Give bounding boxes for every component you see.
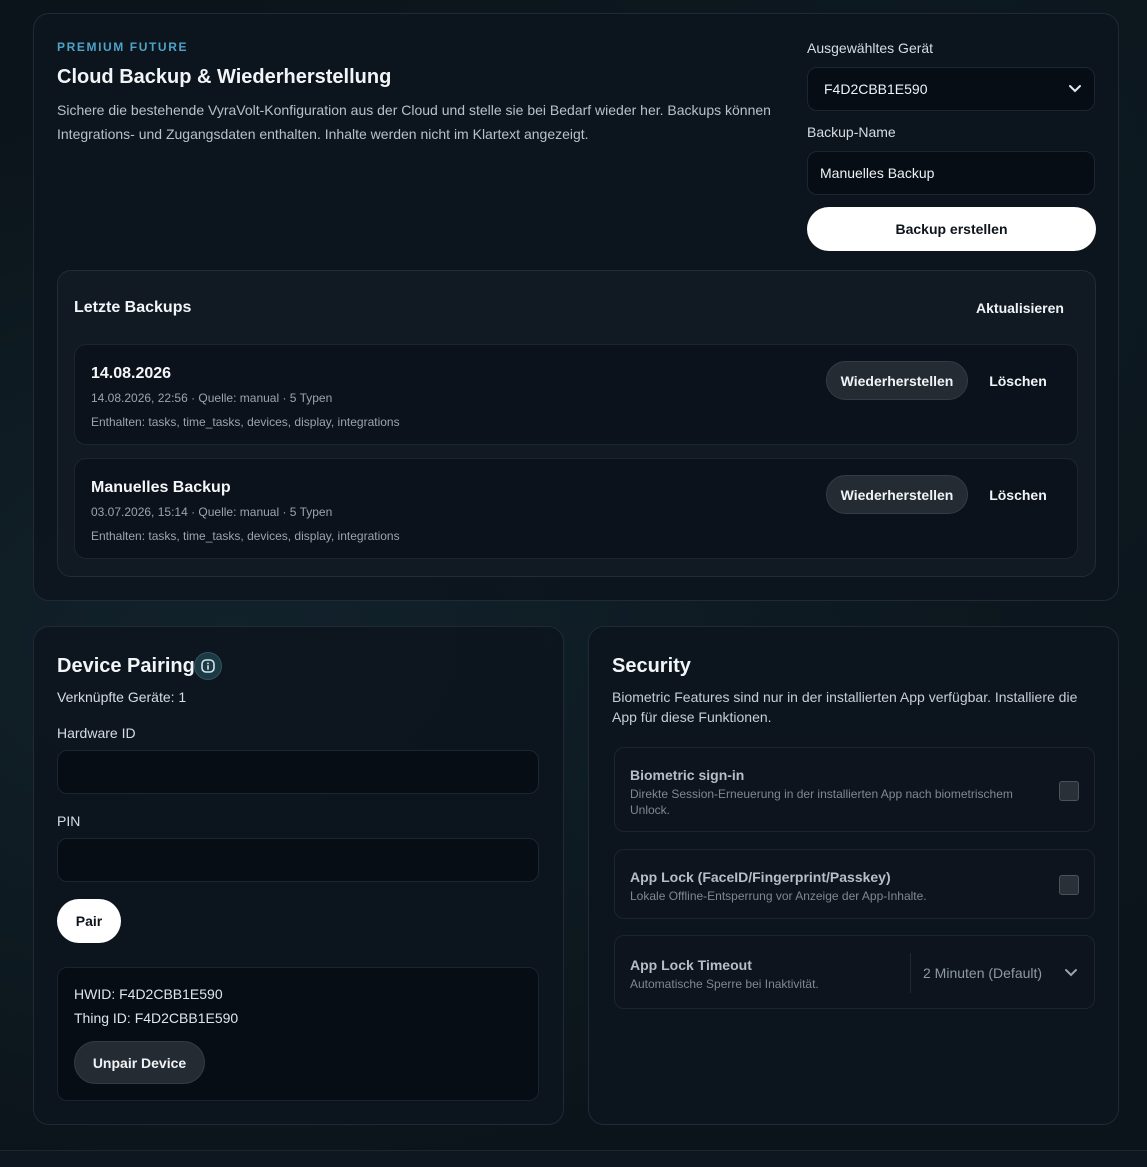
device-select-label: Ausgewähltes Gerät xyxy=(807,40,934,56)
hwid-line: HWID: F4D2CBB1E590 xyxy=(74,986,223,1002)
device-pairing-title: Device Pairing xyxy=(57,655,195,677)
app-lock-row: App Lock (FaceID/Fingerprint/Passkey) Lo… xyxy=(614,849,1095,919)
linked-devices-count: Verknüpfte Geräte: 1 xyxy=(57,689,187,705)
premium-eyebrow: PREMIUM FUTURE xyxy=(57,40,189,54)
device-select[interactable]: F4D2CBB1E590 xyxy=(807,67,1095,111)
unpair-device-button[interactable]: Unpair Device xyxy=(74,1041,205,1084)
biometric-signin-checkbox[interactable] xyxy=(1059,781,1079,801)
backup-name-input[interactable]: Manuelles Backup xyxy=(807,151,1095,195)
backup-item-meta: 03.07.2026, 15:14 · Quelle: manual · 5 T… xyxy=(91,505,333,519)
cloud-backup-title: Cloud Backup & Wiederherstellung xyxy=(57,66,392,88)
delete-button[interactable]: Löschen xyxy=(978,475,1058,514)
app-lock-checkbox[interactable] xyxy=(1059,875,1079,895)
backup-item: 14.08.2026 14.08.2026, 22:56 · Quelle: m… xyxy=(74,344,1078,445)
restore-button[interactable]: Wiederherstellen xyxy=(826,361,968,400)
create-backup-button[interactable]: Backup erstellen xyxy=(807,207,1096,251)
info-glyph-icon xyxy=(201,659,215,673)
thing-id-line: Thing ID: F4D2CBB1E590 xyxy=(74,1010,239,1026)
app-lock-timeout-title: App Lock Timeout xyxy=(630,957,752,973)
recent-backups-title: Letzte Backups xyxy=(74,299,192,316)
backup-name-value: Manuelles Backup xyxy=(820,165,935,181)
security-description: Biometric Features sind nur in der insta… xyxy=(612,689,1078,725)
delete-button[interactable]: Löschen xyxy=(978,361,1058,400)
device-pairing-card: Device Pairing Verknüpfte Geräte: 1 Hard… xyxy=(33,626,564,1125)
footer-strip xyxy=(0,1150,1147,1167)
app-lock-timeout-select[interactable]: 2 Minuten (Default) xyxy=(910,953,1086,993)
backup-item-meta: 14.08.2026, 22:56 · Quelle: manual · 5 T… xyxy=(91,391,333,405)
app-lock-subtitle: Lokale Offline-Entsperrung vor Anzeige d… xyxy=(630,889,927,903)
backup-item-contents: Enthalten: tasks, time_tasks, devices, d… xyxy=(91,529,400,543)
app-lock-timeout-subtitle: Automatische Sperre bei Inaktivität. xyxy=(630,977,819,991)
cloud-backup-card: PREMIUM FUTURE Cloud Backup & Wiederhers… xyxy=(33,13,1119,601)
app-lock-timeout-value: 2 Minuten (Default) xyxy=(923,965,1043,981)
app-lock-timeout-row: App Lock Timeout Automatische Sperre bei… xyxy=(614,935,1095,1009)
backup-item: Manuelles Backup 03.07.2026, 15:14 · Que… xyxy=(74,458,1078,559)
pin-label: PIN xyxy=(57,813,81,829)
security-card: Security Biometric Features sind nur in … xyxy=(588,626,1119,1125)
paired-device-box: HWID: F4D2CBB1E590 Thing ID: F4D2CBB1E59… xyxy=(57,967,539,1101)
biometric-signin-row: Biometric sign-in Direkte Session-Erneue… xyxy=(614,747,1095,832)
backup-item-contents: Enthalten: tasks, time_tasks, devices, d… xyxy=(91,415,400,429)
security-title: Security xyxy=(612,655,691,677)
pin-input[interactable] xyxy=(57,838,539,882)
hardware-id-input[interactable] xyxy=(57,750,539,794)
hardware-id-label: Hardware ID xyxy=(57,725,136,741)
app-lock-title: App Lock (FaceID/Fingerprint/Passkey) xyxy=(630,869,891,885)
chevron-down-icon xyxy=(1065,969,1077,977)
biometric-signin-subtitle: Direkte Session-Erneuerung in der instal… xyxy=(630,787,1013,817)
chevron-down-icon xyxy=(1069,85,1081,93)
backup-name-label: Backup-Name xyxy=(807,124,896,140)
info-icon[interactable] xyxy=(194,652,222,680)
backup-item-title: 14.08.2026 xyxy=(91,365,172,382)
recent-backups-panel: Letzte Backups Aktualisieren 14.08.2026 … xyxy=(57,270,1096,577)
refresh-button[interactable]: Aktualisieren xyxy=(958,295,1082,321)
pair-button[interactable]: Pair xyxy=(57,899,121,943)
backup-item-title: Manuelles Backup xyxy=(91,479,231,496)
biometric-signin-title: Biometric sign-in xyxy=(630,767,745,783)
cloud-backup-description: Sichere die bestehende VyraVolt-Konfigur… xyxy=(57,102,771,142)
device-select-value: F4D2CBB1E590 xyxy=(824,81,928,97)
restore-button[interactable]: Wiederherstellen xyxy=(826,475,968,514)
